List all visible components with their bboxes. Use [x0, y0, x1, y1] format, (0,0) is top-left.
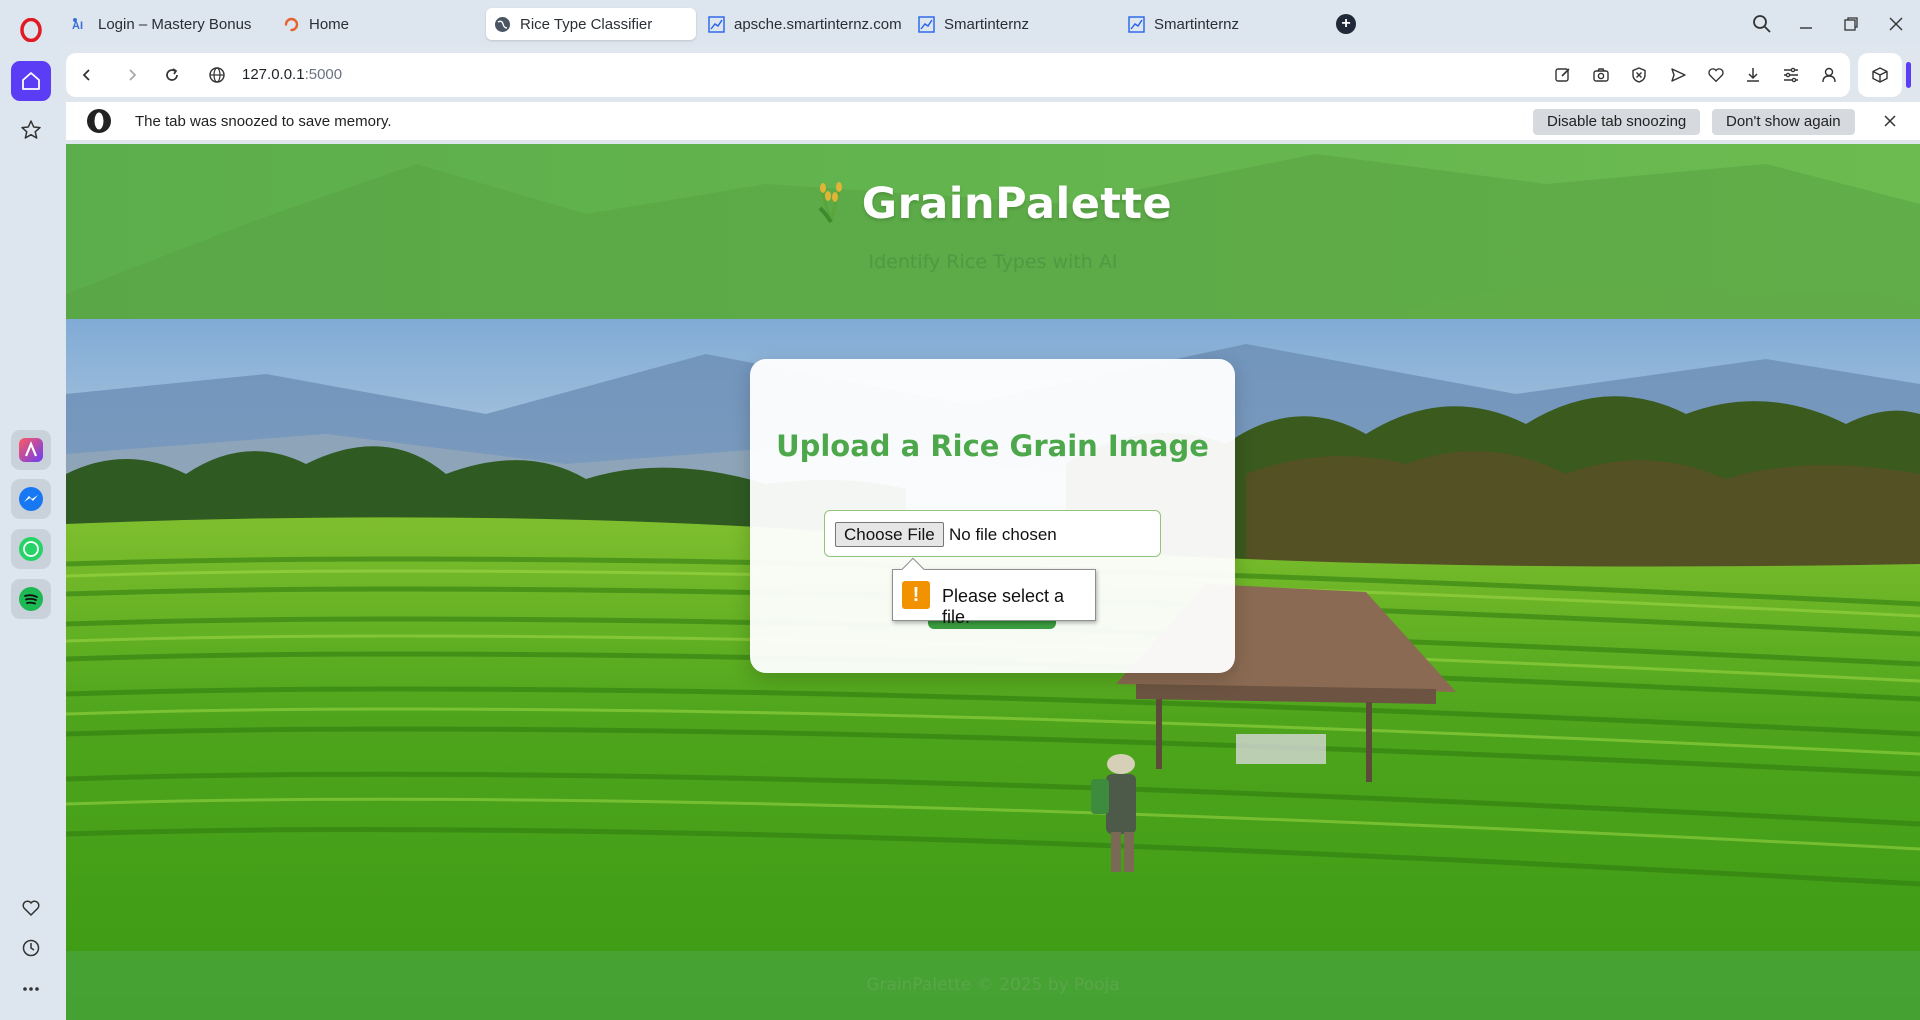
messenger-icon[interactable] [11, 479, 51, 519]
camera-icon[interactable] [1590, 64, 1612, 86]
restore-icon[interactable] [1839, 12, 1863, 36]
brand: GrainPalette [66, 178, 1920, 229]
close-infobar-icon[interactable] [1879, 110, 1901, 132]
tagline: Identify Rice Types with AI [868, 251, 1118, 273]
profile-icon[interactable] [1818, 64, 1840, 86]
forward-icon[interactable] [121, 64, 143, 86]
warning-icon: ! [902, 581, 930, 609]
file-status: No file chosen [949, 525, 1057, 544]
site-info-globe-icon[interactable] [206, 64, 228, 86]
choose-file-button[interactable]: Choose File [835, 522, 944, 547]
heart-icon[interactable] [11, 888, 51, 928]
back-icon[interactable] [76, 64, 98, 86]
aria-icon[interactable] [11, 430, 51, 470]
svg-text:AI: AI [72, 20, 83, 32]
chart-icon [1128, 15, 1145, 33]
edit-icon[interactable] [1552, 64, 1574, 86]
url-field[interactable]: 127.0.0.1:5000 [242, 66, 342, 83]
chart-icon [918, 15, 935, 33]
easy-setup-icon[interactable] [1780, 64, 1802, 86]
tab-smartinternz-1[interactable]: Smartinternz [910, 8, 1115, 40]
chart-icon [708, 15, 725, 33]
send-icon[interactable] [1667, 64, 1689, 86]
tab-label: Rice Type Classifier [520, 15, 653, 33]
more-options-icon[interactable] [11, 969, 51, 1009]
dont-show-again-button[interactable]: Don't show again [1712, 109, 1855, 135]
tab-label: Login – Mastery Bonus [98, 15, 252, 33]
tab-label: Smartinternz [1154, 15, 1240, 33]
tab-label: Home [309, 15, 350, 33]
ai-icon: AI [72, 16, 89, 33]
snooze-infobar: The tab was snoozed to save memory. Disa… [66, 102, 1920, 140]
rice-logo-icon [814, 178, 848, 229]
download-icon[interactable] [1742, 64, 1764, 86]
tab-rice-type-classifier[interactable]: Rice Type Classifier [486, 8, 696, 40]
close-window-icon[interactable] [1884, 12, 1908, 36]
tab-strip: AI Login – Mastery Bonus Home Rice Type … [0, 0, 1920, 46]
tab-label: apsche.smartinternz.com [734, 15, 902, 33]
opera-logo-icon [86, 108, 112, 134]
infobar-message: The tab was snoozed to save memory. [135, 113, 392, 130]
opera-menu-icon[interactable] [11, 10, 51, 50]
home-icon[interactable] [11, 61, 51, 101]
favorite-heart-icon[interactable] [1705, 64, 1727, 86]
reload-icon[interactable] [161, 64, 183, 86]
adblock-shield-icon[interactable] [1628, 64, 1650, 86]
tab-login-mastery-bonus[interactable]: AI Login – Mastery Bonus [64, 8, 269, 40]
card-title: Upload a Rice Grain Image [776, 429, 1209, 463]
brand-title: GrainPalette [861, 178, 1173, 229]
disable-tab-snoozing-button[interactable]: Disable tab snoozing [1533, 109, 1701, 135]
new-tab-button[interactable]: + [1336, 14, 1356, 34]
site-footer: GrainPalette © 2025 by Pooja [66, 951, 1920, 1020]
page-viewport: GrainPalette Identify Rice Types with AI… [66, 144, 1920, 1020]
sidebar-indicator [1906, 62, 1911, 88]
address-bar: 127.0.0.1:5000 [66, 53, 1850, 97]
loader-icon [283, 16, 300, 33]
url-port: :5000 [304, 66, 343, 83]
site-header: GrainPalette Identify Rice Types with AI [66, 144, 1920, 319]
file-input[interactable]: Choose File No file chosen [824, 510, 1161, 557]
tab-smartinternz-2[interactable]: Smartinternz [1120, 8, 1325, 40]
validation-tooltip: ! Please select a file. [892, 557, 1096, 627]
extensions-cube-icon[interactable] [1858, 53, 1902, 97]
globe-icon [494, 16, 511, 33]
spotify-icon[interactable] [11, 579, 51, 619]
footer-text: GrainPalette © 2025 by Pooja [866, 975, 1120, 995]
tab-label: Smartinternz [944, 15, 1030, 33]
history-clock-icon[interactable] [11, 928, 51, 968]
whatsapp-icon[interactable] [11, 529, 51, 569]
minimize-icon[interactable] [1794, 12, 1818, 36]
bookmarks-star-icon[interactable] [11, 110, 51, 150]
tab-apsche-smartinternz[interactable]: apsche.smartinternz.com [700, 8, 905, 40]
tab-home[interactable]: Home [275, 8, 480, 40]
search-tabs-icon[interactable] [1750, 12, 1774, 36]
url-host: 127.0.0.1 [242, 66, 305, 83]
sidebar [0, 0, 62, 1020]
validation-message: Please select a file. [942, 586, 1065, 627]
